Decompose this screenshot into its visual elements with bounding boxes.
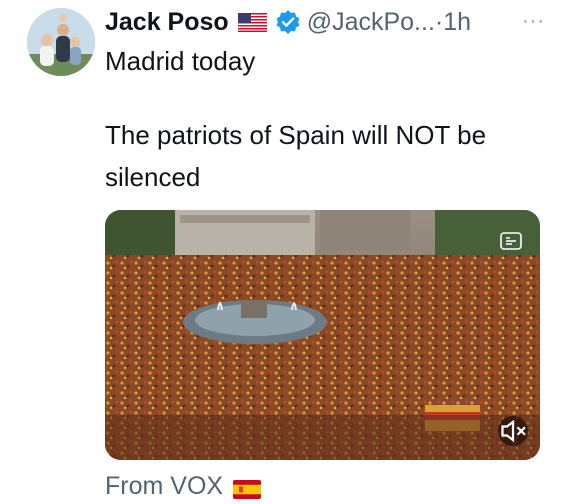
- tweet-header: Jack Poso @JackPo... · 1h: [105, 6, 471, 38]
- author-handle[interactable]: @JackPo...: [307, 8, 435, 37]
- mute-button[interactable]: [498, 416, 528, 446]
- author-name[interactable]: Jack Poso: [105, 8, 229, 37]
- author-avatar[interactable]: [27, 8, 95, 76]
- media-settings-icon[interactable]: [498, 230, 524, 252]
- time-separator: ·: [434, 7, 444, 36]
- tweet-text-line: silenced: [105, 162, 201, 192]
- tweet-video[interactable]: [105, 210, 540, 460]
- source-prefix: From: [105, 472, 164, 500]
- tweet-text-line: Madrid today: [105, 46, 256, 76]
- video-frame: [105, 210, 540, 460]
- us-flag-icon: [237, 12, 267, 32]
- source-name[interactable]: VOX: [170, 472, 223, 501]
- tweet-time[interactable]: 1h: [443, 8, 471, 37]
- muted-speaker-icon: [501, 419, 526, 443]
- source-attribution[interactable]: From VOX: [105, 472, 262, 501]
- tweet-text-line: The patriots of Spain will NOT be: [105, 120, 487, 150]
- verified-badge-icon[interactable]: [275, 9, 301, 35]
- more-options-icon[interactable]: ···: [522, 10, 545, 33]
- spain-flag-icon: [233, 477, 262, 499]
- avatar-image: [27, 8, 95, 76]
